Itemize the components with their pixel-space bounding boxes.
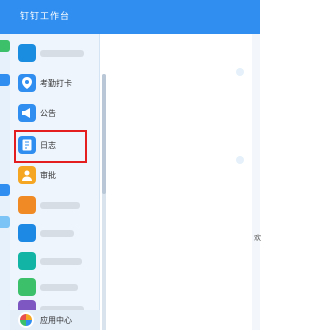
rail-indicator[interactable] bbox=[0, 184, 10, 196]
sidebar-item-attendance[interactable]: 考勤打卡 bbox=[10, 70, 96, 98]
blurred-label bbox=[40, 202, 80, 209]
blurred-app-icon bbox=[18, 44, 36, 62]
scrollbar-thumb[interactable] bbox=[102, 74, 106, 194]
app-center-icon bbox=[18, 312, 34, 328]
sidebar-item-blurred[interactable] bbox=[10, 192, 96, 220]
sidebar-item-blurred[interactable] bbox=[10, 220, 96, 248]
app-sidebar: 考勤打卡 公告 日志 审批 bbox=[10, 34, 106, 330]
highlight-box bbox=[14, 130, 87, 163]
sidebar-item-blurred[interactable] bbox=[10, 248, 96, 276]
blurred-app-icon bbox=[18, 278, 36, 296]
window-title: 钉钉工作台 bbox=[20, 11, 71, 21]
blurred-app-icon bbox=[18, 224, 36, 242]
megaphone-icon bbox=[18, 104, 36, 122]
approval-person-icon bbox=[18, 166, 36, 184]
blurred-label bbox=[40, 258, 82, 265]
sidebar-item-approval[interactable]: 审批 bbox=[10, 162, 96, 190]
rail-indicator[interactable] bbox=[0, 40, 10, 52]
sidebar-item-announcement[interactable]: 公告 bbox=[10, 100, 96, 128]
sidebar-item-label: 审批 bbox=[40, 171, 56, 180]
blurred-app-icon bbox=[18, 252, 36, 270]
sidebar-scrollbar[interactable] bbox=[102, 74, 106, 330]
left-rail bbox=[0, 34, 10, 330]
rail-indicator[interactable] bbox=[0, 74, 10, 86]
blurred-label bbox=[40, 50, 84, 57]
sidebar-item-label: 公告 bbox=[40, 109, 56, 118]
blurred-label bbox=[40, 284, 78, 291]
decorative-dot bbox=[236, 68, 244, 76]
main-panel-partial-text: 欢 bbox=[254, 235, 261, 242]
main-panel-edge bbox=[252, 34, 260, 330]
title-bar: 钉钉工作台 bbox=[0, 0, 260, 34]
rail-indicator[interactable] bbox=[0, 216, 10, 228]
location-pin-icon bbox=[18, 74, 36, 92]
decorative-dot bbox=[236, 156, 244, 164]
sidebar-item-blurred[interactable] bbox=[10, 40, 96, 68]
app-center-button[interactable]: 应用中心 bbox=[10, 310, 100, 330]
blurred-label bbox=[40, 230, 74, 237]
sidebar-item-label: 考勤打卡 bbox=[40, 79, 72, 88]
app-center-label: 应用中心 bbox=[40, 316, 72, 325]
blurred-app-icon bbox=[18, 196, 36, 214]
